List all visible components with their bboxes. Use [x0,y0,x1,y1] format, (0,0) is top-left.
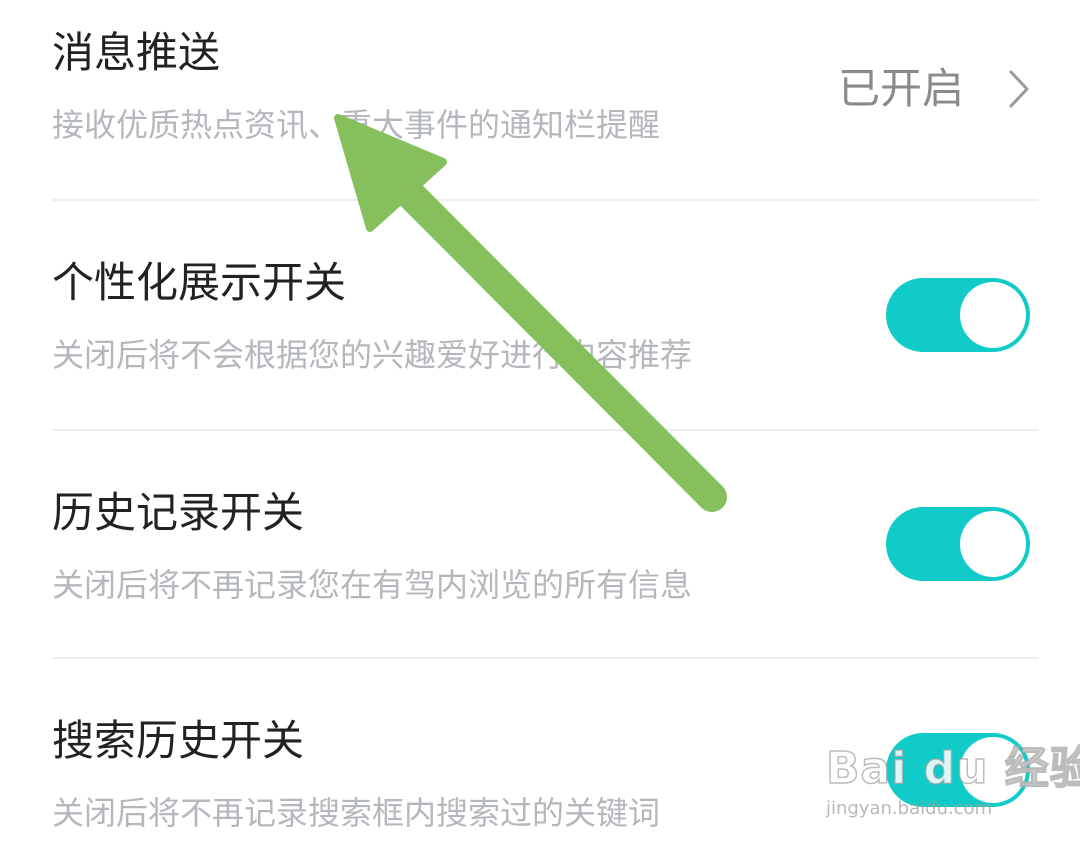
setting-title: 搜索历史开关 [52,716,305,765]
setting-title: 消息推送 [52,28,221,77]
personalized-display-toggle[interactable] [886,278,1030,352]
setting-title: 个性化展示开关 [52,258,347,307]
settings-page: 消息推送 接收优质热点资讯、重大事件的通知栏提醒 已开启 个性化展示开关 关闭后… [0,0,1080,844]
toggle-knob [960,511,1026,577]
setting-value-link[interactable]: 已开启 [838,64,1030,114]
setting-value: 已开启 [837,64,964,113]
history-record-toggle[interactable] [886,507,1030,581]
setting-row-personalized-display: 个性化展示开关 关闭后将不会根据您的兴趣爱好进行内容推荐 [0,201,1080,429]
setting-description: 关闭后将不会根据您的兴趣爱好进行内容推荐 [52,336,693,374]
setting-description: 关闭后将不再记录您在有驾内浏览的所有信息 [52,566,693,604]
setting-description: 关闭后将不再记录搜索框内搜索过的关键词 [52,794,661,832]
setting-row-message-push[interactable]: 消息推送 接收优质热点资讯、重大事件的通知栏提醒 已开启 [0,0,1080,200]
search-history-toggle[interactable] [886,733,1030,807]
chevron-right-icon [1009,70,1029,108]
setting-row-search-history: 搜索历史开关 关闭后将不再记录搜索框内搜索过的关键词 [0,659,1080,844]
setting-title: 历史记录开关 [52,488,305,537]
setting-row-history-record: 历史记录开关 关闭后将不再记录您在有驾内浏览的所有信息 [0,431,1080,659]
setting-description: 接收优质热点资讯、重大事件的通知栏提醒 [52,106,661,144]
toggle-knob [960,282,1026,348]
toggle-knob [960,737,1026,803]
